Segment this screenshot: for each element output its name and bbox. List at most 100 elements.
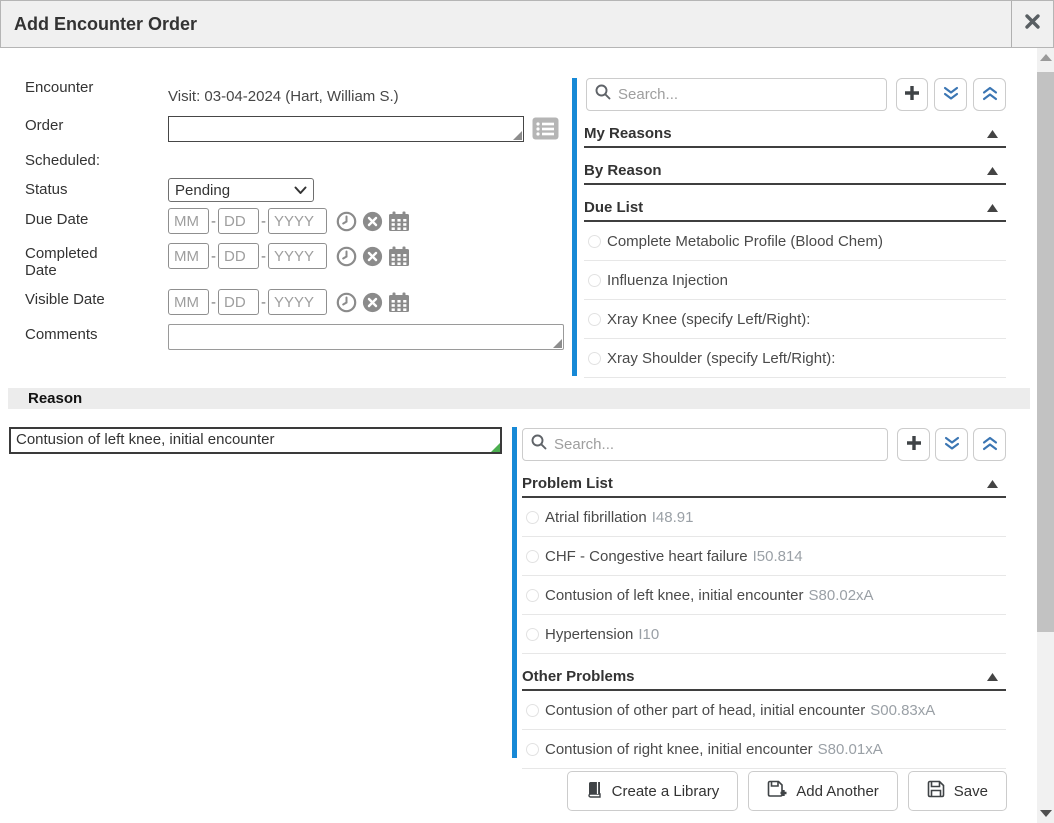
list-item[interactable]: Influenza Injection bbox=[584, 261, 1006, 300]
section-header-problem-list[interactable]: Problem List bbox=[522, 471, 1006, 498]
reason-section-header: Reason bbox=[8, 388, 1030, 409]
radio-circle-icon bbox=[526, 743, 539, 756]
status-label: Status bbox=[25, 181, 68, 198]
reasons-search-box bbox=[586, 78, 887, 111]
caret-up-icon bbox=[987, 668, 998, 686]
radio-circle-icon bbox=[588, 274, 601, 287]
dialog-scrollbar[interactable] bbox=[1037, 48, 1054, 823]
section-header-my-reasons[interactable]: My Reasons bbox=[584, 121, 1006, 148]
visible-date-dd-input[interactable] bbox=[218, 289, 259, 315]
clear-circle-icon[interactable] bbox=[362, 246, 383, 267]
visible-date-label: Visible Date bbox=[25, 291, 105, 308]
scroll-all-up-button[interactable] bbox=[973, 428, 1006, 461]
clock-icon[interactable] bbox=[336, 246, 357, 267]
scrollbar-thumb[interactable] bbox=[1037, 72, 1054, 632]
list-item[interactable]: Xray Shoulder (specify Left/Right): bbox=[584, 339, 1006, 378]
search-icon bbox=[595, 84, 611, 105]
due-date-dd-input[interactable] bbox=[218, 208, 259, 234]
scrollbar-down-arrow-icon[interactable] bbox=[1040, 810, 1052, 817]
date-separator: - bbox=[211, 294, 216, 311]
section-header-other-problems[interactable]: Other Problems bbox=[522, 664, 1006, 691]
close-button[interactable] bbox=[1011, 1, 1053, 47]
other-problems-list: Contusion of other part of head, initial… bbox=[522, 691, 1006, 769]
date-separator: - bbox=[211, 248, 216, 265]
encounter-value: Visit: 03-04-2024 (Hart, William S.) bbox=[168, 88, 399, 105]
clock-icon[interactable] bbox=[336, 292, 357, 313]
floppy-icon bbox=[927, 780, 945, 802]
caret-up-icon bbox=[987, 125, 998, 143]
completed-date-yyyy-input[interactable] bbox=[268, 243, 327, 269]
list-item[interactable]: Contusion of right knee, initial encount… bbox=[522, 730, 1006, 769]
completed-date-label: Completed Date bbox=[25, 245, 98, 279]
radio-circle-icon bbox=[526, 550, 539, 563]
completed-date-dd-input[interactable] bbox=[218, 243, 259, 269]
panel-accent-bar bbox=[572, 78, 577, 376]
add-another-button[interactable]: Add Another bbox=[748, 771, 898, 811]
list-item[interactable]: CHF - Congestive heart failureI50.814 bbox=[522, 537, 1006, 576]
reasons-search-input[interactable] bbox=[618, 86, 878, 103]
encounter-label: Encounter bbox=[25, 79, 93, 96]
chevron-down-icon bbox=[294, 182, 307, 199]
clock-icon[interactable] bbox=[336, 211, 357, 232]
add-problem-button[interactable] bbox=[897, 428, 930, 461]
date-separator: - bbox=[261, 213, 266, 230]
visible-date-yyyy-input[interactable] bbox=[268, 289, 327, 315]
list-item[interactable]: Contusion of left knee, initial encounte… bbox=[522, 576, 1006, 615]
calendar-icon[interactable] bbox=[388, 292, 410, 313]
plus-icon bbox=[905, 434, 923, 455]
add-encounter-order-dialog: Add Encounter Order Encounter Visit: 03-… bbox=[0, 0, 1054, 823]
caret-up-icon bbox=[987, 162, 998, 180]
clear-circle-icon[interactable] bbox=[362, 211, 383, 232]
problem-list: Atrial fibrillationI48.91 CHF - Congesti… bbox=[522, 498, 1006, 654]
section-header-due-list[interactable]: Due List bbox=[584, 195, 1006, 222]
reason-input[interactable]: Contusion of left knee, initial encounte… bbox=[9, 427, 502, 454]
due-date-yyyy-input[interactable] bbox=[268, 208, 327, 234]
radio-circle-icon bbox=[526, 589, 539, 602]
save-button[interactable]: Save bbox=[908, 771, 1007, 811]
list-item[interactable]: Contusion of other part of head, initial… bbox=[522, 691, 1006, 730]
list-item[interactable]: HypertensionI10 bbox=[522, 615, 1006, 654]
clear-circle-icon[interactable] bbox=[362, 292, 383, 313]
list-item[interactable]: Complete Metabolic Profile (Blood Chem) bbox=[584, 222, 1006, 261]
visible-date-row: - - bbox=[168, 289, 410, 315]
dialog-title: Add Encounter Order bbox=[1, 14, 197, 35]
due-date-label: Due Date bbox=[25, 211, 88, 228]
radio-circle-icon bbox=[526, 704, 539, 717]
create-library-button[interactable]: Create a Library bbox=[567, 771, 739, 811]
scroll-all-up-button[interactable] bbox=[973, 78, 1006, 111]
add-reason-button[interactable] bbox=[896, 78, 929, 111]
radio-circle-icon bbox=[588, 313, 601, 326]
list-card-icon bbox=[532, 128, 559, 143]
list-item[interactable]: Xray Knee (specify Left/Right): bbox=[584, 300, 1006, 339]
double-chevron-down-icon bbox=[944, 436, 960, 454]
plus-icon bbox=[903, 84, 921, 105]
completed-date-row: - - bbox=[168, 243, 410, 269]
radio-circle-icon bbox=[588, 235, 601, 248]
list-item[interactable]: Atrial fibrillationI48.91 bbox=[522, 498, 1006, 537]
scroll-all-down-button[interactable] bbox=[934, 78, 967, 111]
status-select[interactable]: Pending bbox=[168, 178, 314, 202]
visible-date-mm-input[interactable] bbox=[168, 289, 209, 315]
radio-circle-icon bbox=[526, 511, 539, 524]
date-separator: - bbox=[261, 248, 266, 265]
save-plus-icon bbox=[767, 780, 787, 802]
completed-date-mm-input[interactable] bbox=[168, 243, 209, 269]
calendar-icon[interactable] bbox=[388, 246, 410, 267]
date-separator: - bbox=[211, 213, 216, 230]
scroll-all-down-button[interactable] bbox=[935, 428, 968, 461]
reasons-panel: My Reasons By Reason Due List Complete M… bbox=[572, 78, 1006, 376]
order-input[interactable] bbox=[168, 116, 524, 142]
caret-up-icon bbox=[987, 475, 998, 493]
order-picker-button[interactable] bbox=[532, 117, 559, 140]
calendar-icon[interactable] bbox=[388, 211, 410, 232]
section-header-by-reason[interactable]: By Reason bbox=[584, 158, 1006, 185]
due-date-mm-input[interactable] bbox=[168, 208, 209, 234]
comments-label: Comments bbox=[25, 326, 98, 343]
scrollbar-up-arrow-icon[interactable] bbox=[1040, 54, 1052, 61]
radio-circle-icon bbox=[526, 628, 539, 641]
panel-accent-bar bbox=[512, 427, 517, 758]
comments-input[interactable] bbox=[168, 324, 564, 350]
search-icon bbox=[531, 434, 547, 455]
footer-actions: Create a Library Add Another Save bbox=[0, 771, 1007, 811]
problems-search-input[interactable] bbox=[554, 436, 879, 453]
